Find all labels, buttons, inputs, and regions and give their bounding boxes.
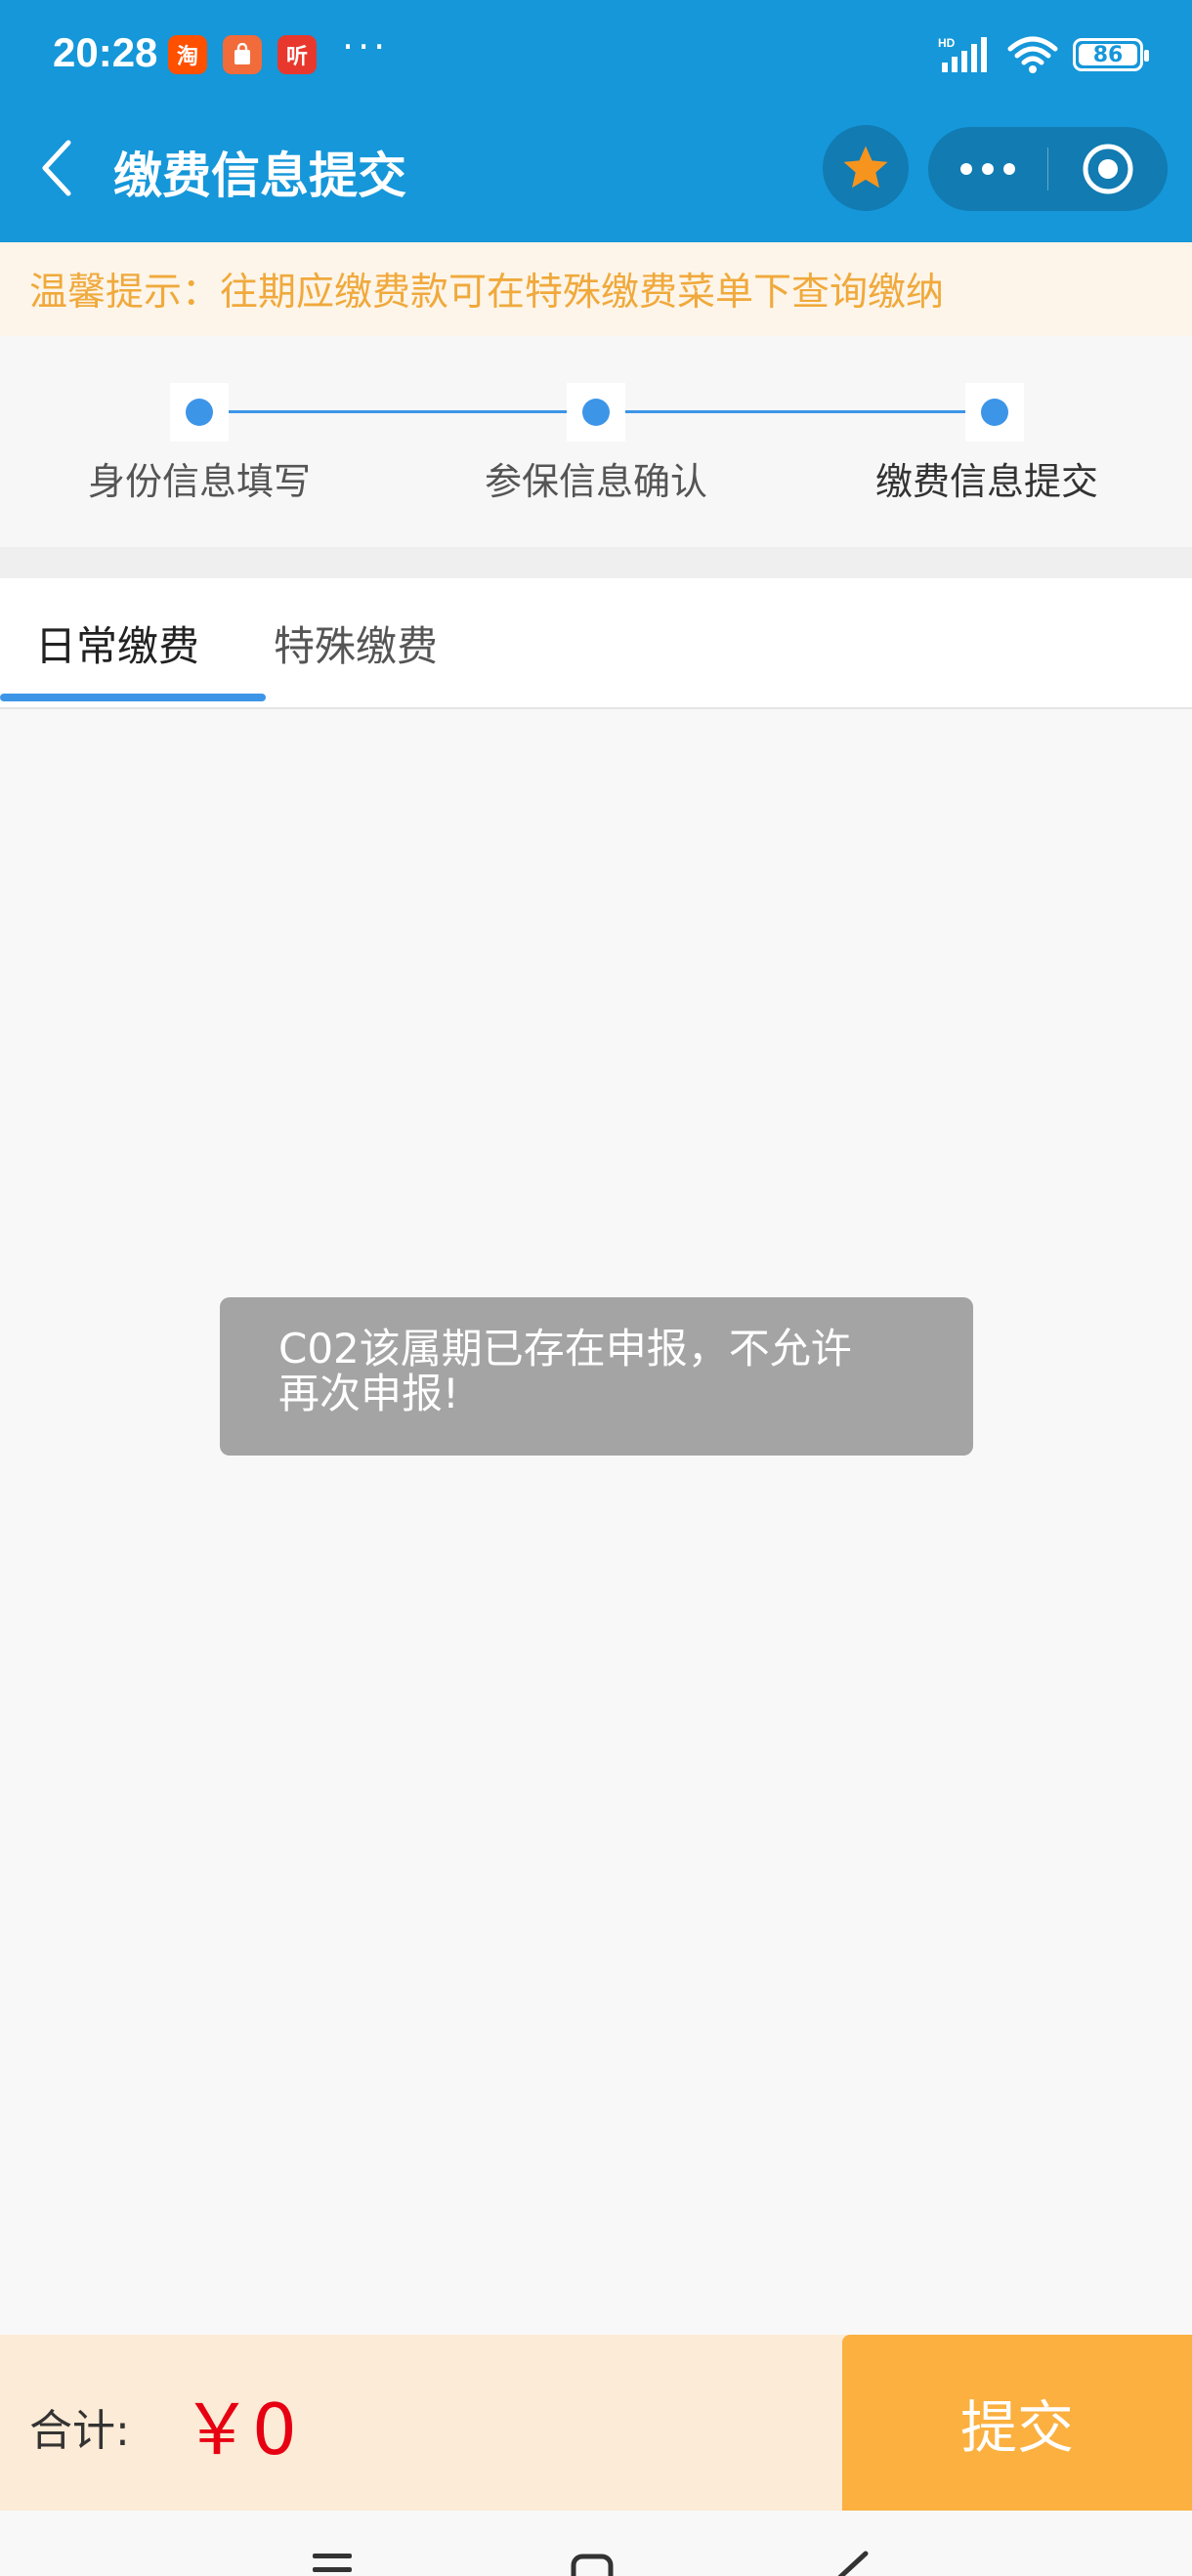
tab-daily-payment[interactable]: 日常缴费 <box>35 613 199 673</box>
system-navigation-bar <box>0 2511 1192 2576</box>
status-indicators: HD 86 <box>938 33 1149 76</box>
step-label-insurance: 参保信息确认 <box>485 460 708 503</box>
more-notifications-icon: ··· <box>342 25 390 68</box>
battery-level: 86 <box>1079 43 1137 67</box>
miniprogram-capsule <box>928 127 1168 211</box>
payment-content-area <box>0 709 1192 2335</box>
shopping-bag-icon <box>223 35 262 74</box>
progress-steps <box>0 336 1192 547</box>
more-dots-icon <box>959 163 1015 175</box>
battery-icon: 86 <box>1073 38 1149 71</box>
step-marker-1 <box>170 383 229 442</box>
total-label: 合计: <box>29 2406 130 2456</box>
step-connector <box>625 410 967 413</box>
home-icon[interactable] <box>571 2554 616 2576</box>
tab-special-payment[interactable]: 特殊缴费 <box>274 613 438 673</box>
back-nav-icon[interactable] <box>832 2550 872 2576</box>
svg-text:HD: HD <box>938 36 956 50</box>
status-bar: 20:28 淘 听 ··· HD 86 <box>0 0 1192 107</box>
total-amount: ￥0 <box>182 2388 297 2470</box>
notice-banner: 温馨提示：往期应缴费款可在特殊缴费菜单下查询缴纳 <box>0 242 1192 336</box>
step-marker-2 <box>567 383 625 442</box>
page-title: 缴费信息提交 <box>113 148 406 204</box>
checkout-bar: 合计: ￥0 提交 <box>0 2335 1192 2511</box>
step-marker-3 <box>965 383 1024 442</box>
section-divider <box>0 547 1192 578</box>
target-circle-icon <box>1083 144 1133 194</box>
toast-message-line-1: C02该属期已存在申报，不允许 <box>278 1325 852 1372</box>
step-label-payment: 缴费信息提交 <box>875 460 1099 503</box>
submit-button[interactable]: 提交 <box>842 2335 1192 2511</box>
error-toast: C02该属期已存在申报，不允许 再次申报! <box>220 1297 973 1456</box>
favorite-button[interactable] <box>823 125 909 211</box>
toast-message-line-2: 再次申报! <box>278 1370 459 1417</box>
step-connector <box>229 410 567 413</box>
wifi-icon <box>1007 36 1058 73</box>
payment-tabs: 日常缴费 特殊缴费 <box>0 578 1192 709</box>
back-button[interactable] <box>27 137 86 199</box>
listen-app-icon: 听 <box>277 35 317 74</box>
chevron-left-icon <box>42 140 71 196</box>
status-time: 20:28 <box>53 29 158 75</box>
signal-icon: HD <box>938 36 987 72</box>
step-label-identity: 身份信息填写 <box>88 460 312 503</box>
taobao-icon: 淘 <box>168 35 207 74</box>
tab-active-indicator <box>0 694 266 701</box>
star-icon <box>843 146 888 189</box>
navigation-bar: 缴费信息提交 <box>0 115 1192 223</box>
close-miniprogram-button[interactable] <box>1048 127 1168 211</box>
more-button[interactable] <box>928 127 1047 211</box>
menu-icon[interactable] <box>311 2554 356 2576</box>
